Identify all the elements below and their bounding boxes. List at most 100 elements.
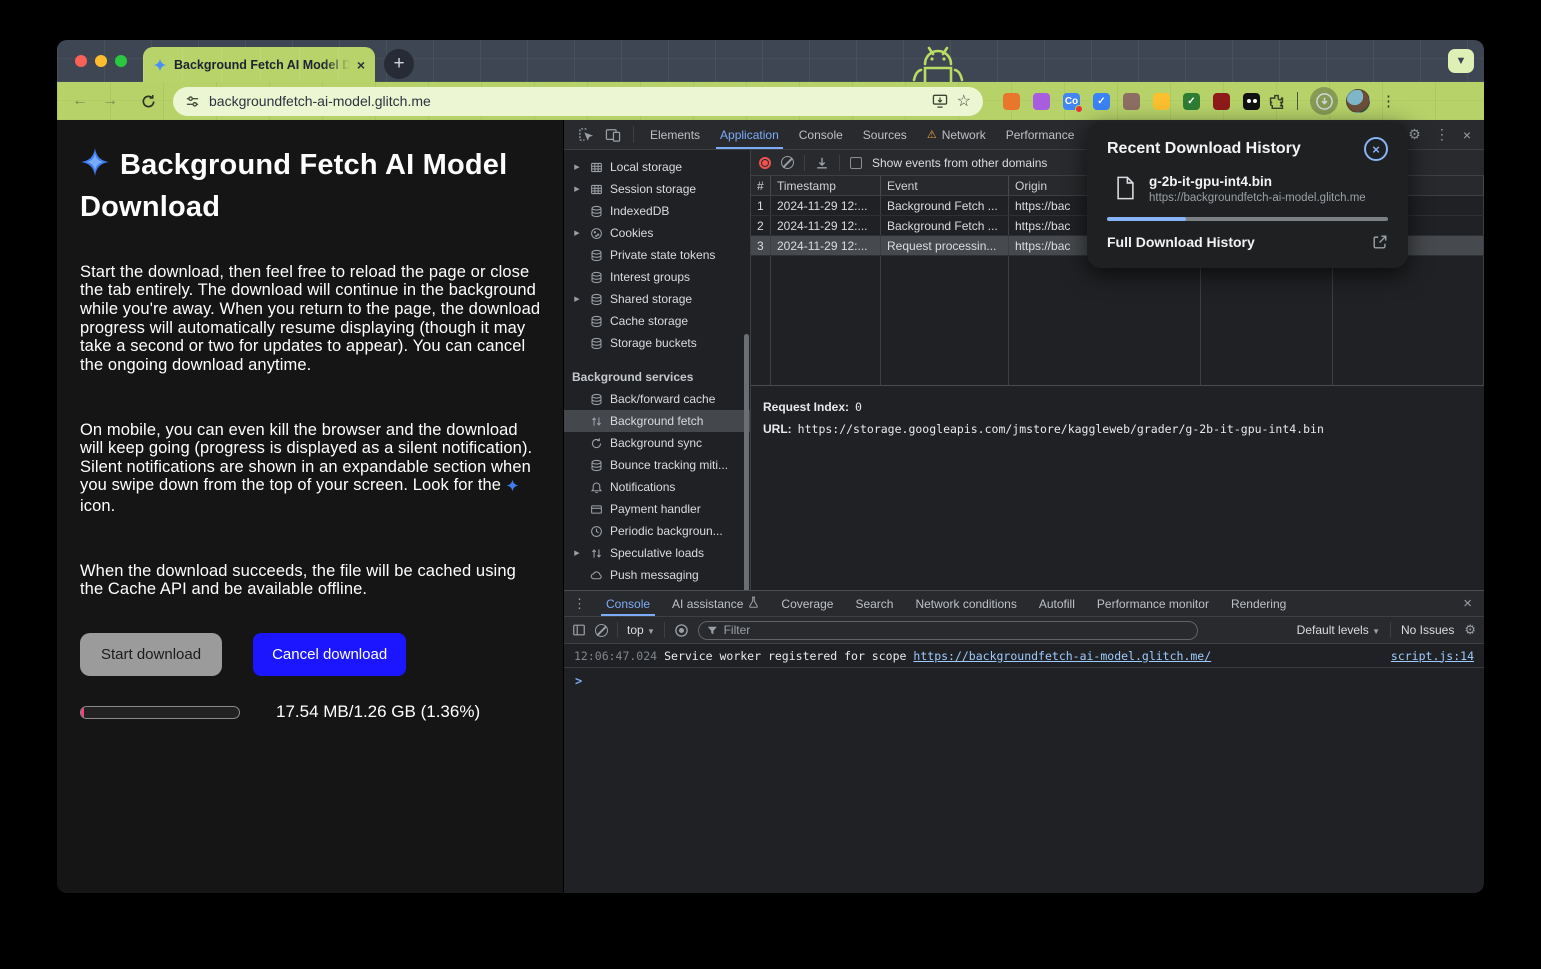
send-to-device-icon[interactable] xyxy=(932,94,948,108)
sidebar-item-shared-storage[interactable]: ▶Shared storage xyxy=(564,288,750,310)
popup-close-icon[interactable]: × xyxy=(1364,137,1388,161)
url-text[interactable]: backgroundfetch-ai-model.glitch.me xyxy=(209,93,923,109)
sidebar-item-local-storage[interactable]: ▶Local storage xyxy=(564,156,750,178)
sidebar-item-speculative-loads[interactable]: ▶Speculative loads xyxy=(564,542,750,564)
extension-red-shield-icon[interactable] xyxy=(1213,93,1230,110)
devtools-close-icon[interactable]: × xyxy=(1458,127,1476,143)
expand-arrow-icon[interactable]: ▶ xyxy=(572,549,582,557)
default-levels-dropdown[interactable]: Default levels ▼ xyxy=(1297,623,1380,637)
sidebar-item-background-sync[interactable]: Background sync xyxy=(564,432,750,454)
console-source-link[interactable]: script.js:14 xyxy=(1391,649,1474,663)
sidebar-item-payment-handler[interactable]: Payment handler xyxy=(564,498,750,520)
console-filter-input[interactable] xyxy=(724,623,1189,637)
show-other-domains-checkbox[interactable] xyxy=(850,157,862,169)
expand-arrow-icon[interactable]: ▶ xyxy=(572,229,582,237)
sidebar-item-interest-groups[interactable]: Interest groups xyxy=(564,266,750,288)
clear-console-icon[interactable] xyxy=(595,624,608,637)
no-issues-label[interactable]: No Issues xyxy=(1401,623,1454,637)
drawer-tab-rendering[interactable]: Rendering xyxy=(1220,591,1297,616)
console-message-link[interactable]: https://backgroundfetch-ai-model.glitch.… xyxy=(913,649,1211,663)
tab-close-icon[interactable]: × xyxy=(357,57,365,73)
extension-green-check-icon[interactable]: ✓ xyxy=(1183,93,1200,110)
sidebar-item-background-fetch[interactable]: Background fetch xyxy=(564,410,750,432)
sidebar-item-cache-storage[interactable]: Cache storage xyxy=(564,310,750,332)
sidebar-item-back-forward-cache[interactable]: Back/forward cache xyxy=(564,388,750,410)
show-other-domains-label[interactable]: Show events from other domains xyxy=(872,156,1047,170)
device-toolbar-icon[interactable] xyxy=(599,120,627,149)
close-window-button[interactable] xyxy=(75,55,87,67)
column-header[interactable]: # xyxy=(751,176,771,195)
console-prompt[interactable]: > xyxy=(564,668,1484,694)
reload-button[interactable] xyxy=(137,90,159,112)
extensions-puzzle-icon[interactable] xyxy=(1268,93,1285,110)
devtools-tab-elements[interactable]: Elements xyxy=(640,120,710,149)
site-settings-icon[interactable] xyxy=(185,94,200,109)
drawer-tab-autofill[interactable]: Autofill xyxy=(1028,591,1086,616)
sidebar-scrollbar[interactable] xyxy=(744,334,749,590)
back-button[interactable]: ← xyxy=(69,90,91,112)
sidebar-item-private-state-tokens[interactable]: Private state tokens xyxy=(564,244,750,266)
clear-events-icon[interactable] xyxy=(781,156,794,169)
drawer-tab-network-conditions[interactable]: Network conditions xyxy=(904,591,1027,616)
sidebar-item-indexeddb[interactable]: IndexedDB xyxy=(564,200,750,222)
devtools-tab-performance[interactable]: Performance xyxy=(996,120,1085,149)
console-settings-gear-icon[interactable]: ⚙ xyxy=(1464,622,1476,638)
database-icon xyxy=(588,393,604,406)
forward-button[interactable]: → xyxy=(99,90,121,112)
drawer-tab-coverage[interactable]: Coverage xyxy=(770,591,844,616)
extension-purple-layers-icon[interactable] xyxy=(1033,93,1050,110)
drawer-menu-icon[interactable]: ⋮ xyxy=(564,591,595,616)
new-tab-button[interactable]: + xyxy=(384,49,414,79)
browser-menu-button[interactable]: ⋮ xyxy=(1378,92,1399,110)
download-item[interactable]: g-2b-it-gpu-int4.bin https://backgroundf… xyxy=(1107,174,1388,205)
devtools-tab-application[interactable]: Application xyxy=(710,120,789,149)
sidebar-item-session-storage[interactable]: ▶Session storage xyxy=(564,178,750,200)
live-expression-eye-icon[interactable] xyxy=(674,623,689,638)
sidebar-item-storage-buckets[interactable]: Storage buckets xyxy=(564,332,750,354)
downloads-button[interactable] xyxy=(1310,87,1338,115)
sidebar-item-notifications[interactable]: Notifications xyxy=(564,476,750,498)
start-download-button[interactable]: Start download xyxy=(80,633,222,676)
sidebar-item-periodic-backgroun[interactable]: Periodic backgroun... xyxy=(564,520,750,542)
extension-worker-icon[interactable] xyxy=(1153,93,1170,110)
address-bar[interactable]: backgroundfetch-ai-model.glitch.me ☆ xyxy=(173,87,983,116)
browser-tab[interactable]: Background Fetch AI Model D × xyxy=(143,47,375,82)
devtools-tab-sources[interactable]: Sources xyxy=(853,120,917,149)
extension-co-icon[interactable]: Co xyxy=(1063,93,1080,110)
extension-black-eyes-icon[interactable] xyxy=(1243,93,1260,110)
cancel-download-button[interactable]: Cancel download xyxy=(253,633,406,676)
sidebar-item-bounce-tracking-miti[interactable]: Bounce tracking miti... xyxy=(564,454,750,476)
bookmark-star-icon[interactable]: ☆ xyxy=(957,91,971,111)
minimize-window-button[interactable] xyxy=(95,55,107,67)
tab-search-chevron-icon[interactable]: ▼ xyxy=(1448,49,1474,73)
sidebar-item-label: IndexedDB xyxy=(610,204,669,218)
console-sidebar-icon[interactable] xyxy=(572,623,586,637)
zoom-window-button[interactable] xyxy=(115,55,127,67)
expand-arrow-icon[interactable]: ▶ xyxy=(572,295,582,303)
extension-orange-icon[interactable] xyxy=(1003,93,1020,110)
drawer-tab-search[interactable]: Search xyxy=(844,591,904,616)
devtools-tab-console[interactable]: Console xyxy=(789,120,853,149)
column-header[interactable]: Event xyxy=(881,176,1009,195)
extension-blue-check-icon[interactable]: ✓ xyxy=(1093,93,1110,110)
devtools-menu-icon[interactable]: ⋮ xyxy=(1430,126,1454,143)
extension-monkey-icon[interactable] xyxy=(1123,93,1140,110)
drawer-tab-ai-assistance[interactable]: AI assistance xyxy=(661,591,770,616)
expand-arrow-icon[interactable]: ▶ xyxy=(572,185,582,193)
console-filter-box[interactable] xyxy=(698,621,1198,640)
column-header[interactable]: Timestamp xyxy=(771,176,881,195)
drawer-tab-console[interactable]: Console xyxy=(595,591,661,616)
sidebar-item-cookies[interactable]: ▶Cookies xyxy=(564,222,750,244)
full-download-history-link[interactable]: Full Download History xyxy=(1107,234,1255,250)
drawer-tab-performance-monitor[interactable]: Performance monitor xyxy=(1086,591,1220,616)
sidebar-item-push-messaging[interactable]: Push messaging xyxy=(564,564,750,586)
context-selector[interactable]: top ▼ xyxy=(627,623,655,637)
drawer-close-icon[interactable]: × xyxy=(1451,591,1484,616)
inspect-element-icon[interactable] xyxy=(572,120,599,149)
expand-arrow-icon[interactable]: ▶ xyxy=(572,163,582,171)
popup-footer[interactable]: Full Download History xyxy=(1107,234,1388,250)
profile-avatar[interactable] xyxy=(1346,89,1370,113)
devtools-tab-network[interactable]: ⚠Network xyxy=(917,120,996,149)
record-events-icon[interactable] xyxy=(759,157,771,169)
save-events-icon[interactable] xyxy=(815,156,829,170)
